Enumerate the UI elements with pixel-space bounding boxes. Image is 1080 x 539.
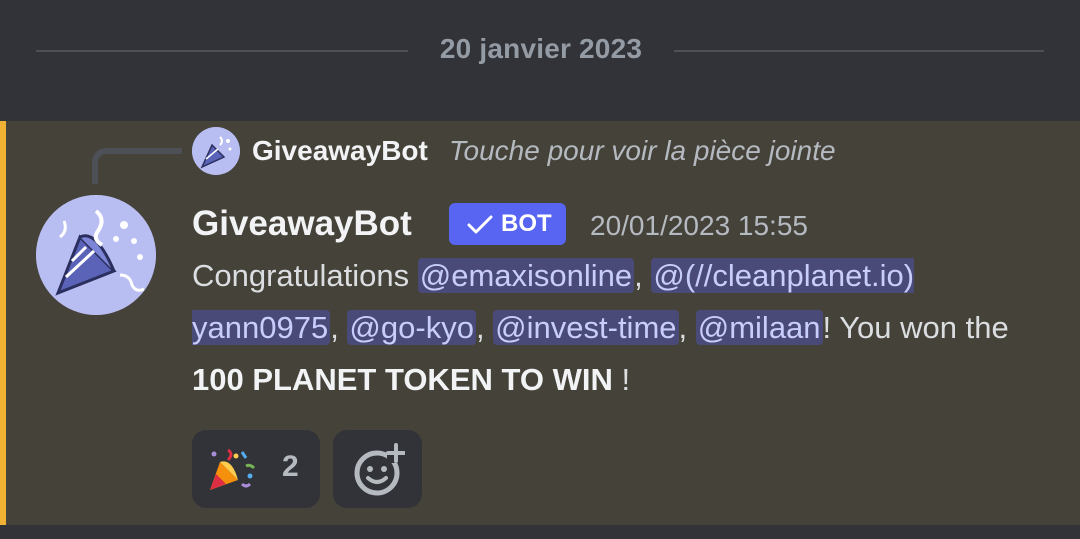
author-avatar[interactable] [36,195,156,315]
add-reaction-button[interactable] [333,430,422,508]
message-timestamp: 20/01/2023 15:55 [590,210,808,241]
message-list-bottom [0,525,1080,539]
user-mention[interactable]: @emaxisonline [417,258,635,293]
user-mention[interactable]: @invest-time [493,310,679,345]
date-label: 20 janvier 2023 [439,33,643,64]
bot-tag-label: BOT [501,210,552,237]
divider-line-left [36,50,408,52]
date-divider: 20 janvier 2023 [0,0,1080,120]
mention-separator: , [634,258,652,293]
user-mention[interactable]: @go-kyo [347,310,476,345]
prize-text: 100 PLANET TOKEN TO WIN [192,362,613,397]
message-content: Congratulations @emaxisonline, @(//clean… [192,250,1042,406]
content-text-middle: ! You won the [822,310,1009,345]
mention-highlight-bar [0,121,6,525]
reply-author[interactable]: GiveawayBot [252,135,428,167]
reaction-party-popper[interactable]: 2 [192,430,320,508]
mention-separator: , [678,310,696,345]
add-reaction-icon [354,443,405,496]
reply-preview[interactable]: Touche pour voir la pièce jointe [449,135,836,167]
divider-line-right [674,50,1044,52]
user-mention[interactable]: @milaan [695,310,823,345]
bot-tag: BOT [449,203,566,245]
party-popper-icon [192,127,240,175]
checkmark-icon [467,215,493,234]
reply-avatar[interactable] [192,127,240,175]
reaction-count: 2 [282,450,299,483]
party-popper-avatar-icon [36,195,156,315]
mention-separator: , [330,310,348,345]
reply-spine [92,148,182,184]
author-name[interactable]: GiveawayBot [192,204,412,244]
content-text-end: ! [612,362,631,397]
party-popper-icon [210,448,256,490]
content-text-start: Congratulations [192,258,418,293]
mention-separator: , [475,310,494,345]
